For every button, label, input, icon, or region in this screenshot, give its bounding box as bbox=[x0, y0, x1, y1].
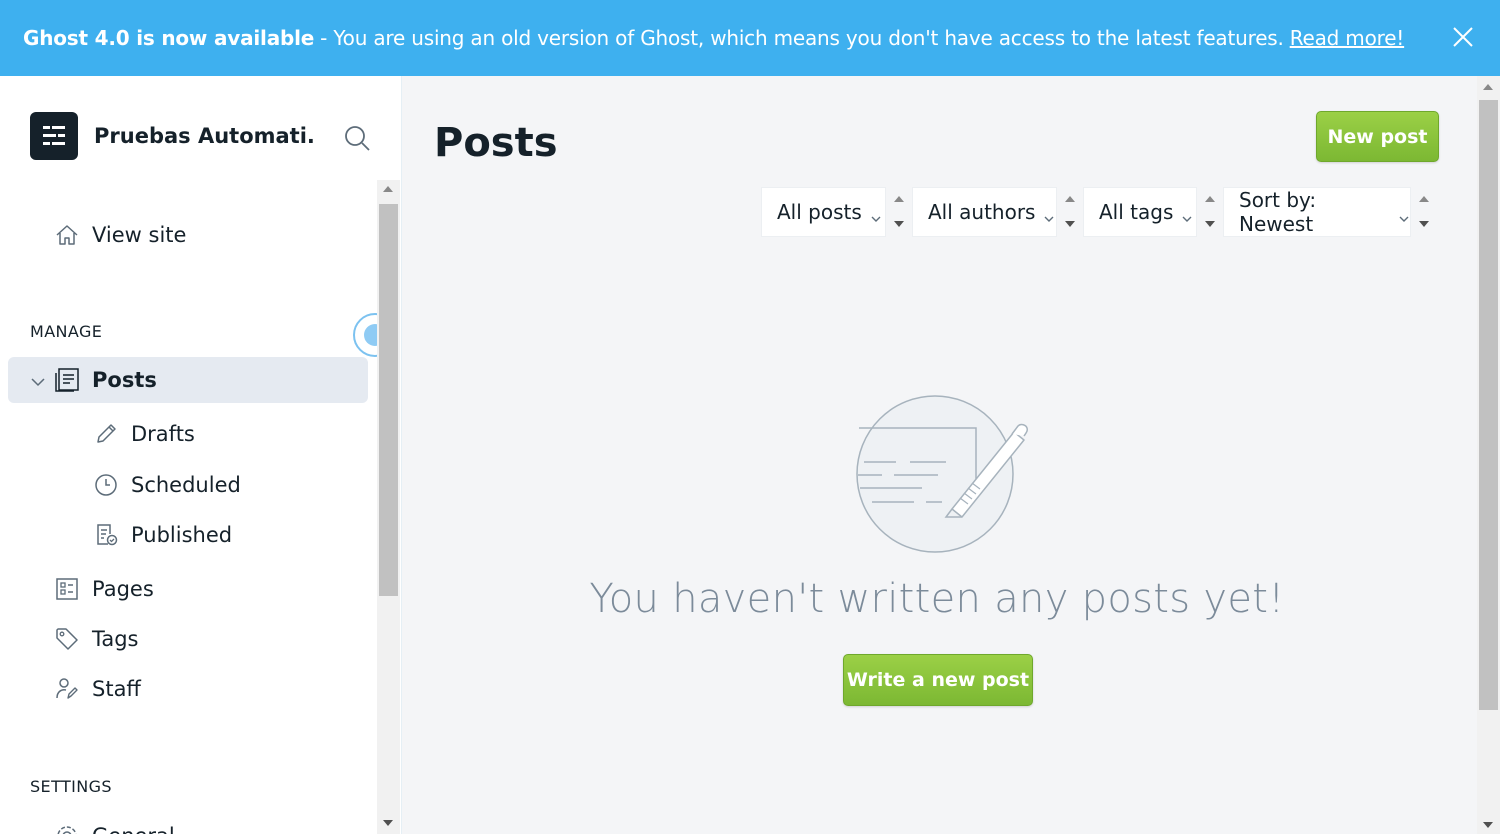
main-content: Posts New post All posts All authors All… bbox=[402, 76, 1500, 834]
sidebar: Pruebas Automati... View site MANAGE Pos… bbox=[0, 76, 402, 834]
chevron-down-icon bbox=[1398, 206, 1410, 222]
sidebar-item-published[interactable]: Published bbox=[8, 512, 368, 558]
settings-section-title: SETTINGS bbox=[30, 777, 112, 796]
banner-headline: Ghost 4.0 is now available bbox=[23, 26, 315, 50]
site-brand[interactable]: Pruebas Automati... bbox=[30, 112, 314, 160]
sidebar-item-label: Published bbox=[131, 523, 233, 547]
home-icon bbox=[54, 222, 80, 248]
scroll-down-icon[interactable] bbox=[1483, 822, 1493, 828]
sidebar-item-pages[interactable]: Pages bbox=[8, 566, 368, 612]
scroll-down-icon[interactable] bbox=[383, 820, 393, 826]
sidebar-item-drafts[interactable]: Drafts bbox=[8, 411, 368, 457]
select-value: Sort by: Newest bbox=[1239, 188, 1317, 236]
banner-message: - You are using an old version of Ghost,… bbox=[320, 26, 1284, 50]
empty-state-message: You haven't written any posts yet! bbox=[589, 576, 1285, 622]
chevron-down-icon bbox=[1043, 206, 1055, 222]
sidebar-item-posts[interactable]: Posts bbox=[8, 357, 368, 403]
pencil-icon bbox=[93, 421, 119, 447]
main-scrollbar[interactable] bbox=[1477, 76, 1500, 834]
sidebar-nav: View site MANAGE Posts Drafts Scheduled bbox=[0, 180, 400, 834]
author-select[interactable]: All authors bbox=[912, 187, 1057, 237]
posts-icon bbox=[54, 367, 80, 393]
published-icon bbox=[93, 522, 119, 548]
gear-icon bbox=[54, 823, 80, 834]
sort-select[interactable]: Sort by: Newest bbox=[1223, 187, 1411, 237]
sidebar-item-label: Tags bbox=[92, 627, 139, 651]
select-value: All posts bbox=[777, 200, 862, 224]
banner-read-more-link[interactable]: Read more! bbox=[1290, 26, 1405, 50]
scroll-up-icon[interactable] bbox=[383, 186, 393, 192]
clock-icon bbox=[93, 472, 119, 498]
select-spinner[interactable] bbox=[886, 187, 912, 237]
select-value: All tags bbox=[1099, 200, 1174, 224]
select-spinner[interactable] bbox=[1411, 187, 1437, 237]
write-new-post-button[interactable]: Write a new post bbox=[843, 654, 1033, 706]
sidebar-item-label: Pages bbox=[92, 577, 154, 601]
post-type-select[interactable]: All posts bbox=[761, 187, 886, 237]
sidebar-item-staff[interactable]: Staff bbox=[8, 666, 368, 712]
select-value: All authors bbox=[928, 200, 1036, 224]
manage-section-title: MANAGE bbox=[30, 322, 103, 341]
scrollbar-thumb[interactable] bbox=[379, 204, 398, 596]
sidebar-item-label: Staff bbox=[92, 677, 141, 701]
search-icon[interactable] bbox=[343, 124, 371, 152]
sidebar-item-view-site[interactable]: View site bbox=[8, 212, 368, 258]
empty-posts-illustration-icon bbox=[854, 392, 1034, 554]
page-title: Posts bbox=[434, 120, 558, 166]
site-logo-icon bbox=[30, 112, 78, 160]
pages-icon bbox=[54, 576, 80, 602]
sidebar-item-tags[interactable]: Tags bbox=[8, 616, 368, 662]
sidebar-item-label: Posts bbox=[92, 368, 157, 392]
sidebar-item-label: View site bbox=[92, 223, 187, 247]
select-spinner[interactable] bbox=[1197, 187, 1223, 237]
scrollbar-thumb[interactable] bbox=[1479, 100, 1498, 710]
update-banner: Ghost 4.0 is now available - You are usi… bbox=[0, 0, 1500, 76]
select-spinner[interactable] bbox=[1057, 187, 1083, 237]
chevron-down-icon bbox=[870, 206, 882, 222]
scroll-up-icon[interactable] bbox=[1483, 84, 1493, 90]
tag-icon bbox=[54, 626, 80, 652]
new-post-button[interactable]: New post bbox=[1316, 111, 1439, 162]
tag-select[interactable]: All tags bbox=[1083, 187, 1197, 237]
sidebar-scrollbar[interactable] bbox=[377, 180, 400, 834]
sidebar-item-label: General bbox=[92, 824, 175, 834]
sidebar-item-label: Drafts bbox=[131, 422, 195, 446]
site-name: Pruebas Automati... bbox=[94, 124, 314, 148]
sidebar-item-scheduled[interactable]: Scheduled bbox=[8, 462, 368, 508]
post-filters: All posts All authors All tags Sort by: … bbox=[761, 187, 1437, 237]
sidebar-item-general[interactable]: General bbox=[8, 813, 368, 834]
chevron-down-icon[interactable] bbox=[30, 371, 46, 387]
staff-icon bbox=[54, 676, 80, 702]
chevron-down-icon bbox=[1181, 206, 1193, 222]
close-icon[interactable] bbox=[1452, 26, 1474, 48]
sidebar-item-label: Scheduled bbox=[131, 473, 241, 497]
